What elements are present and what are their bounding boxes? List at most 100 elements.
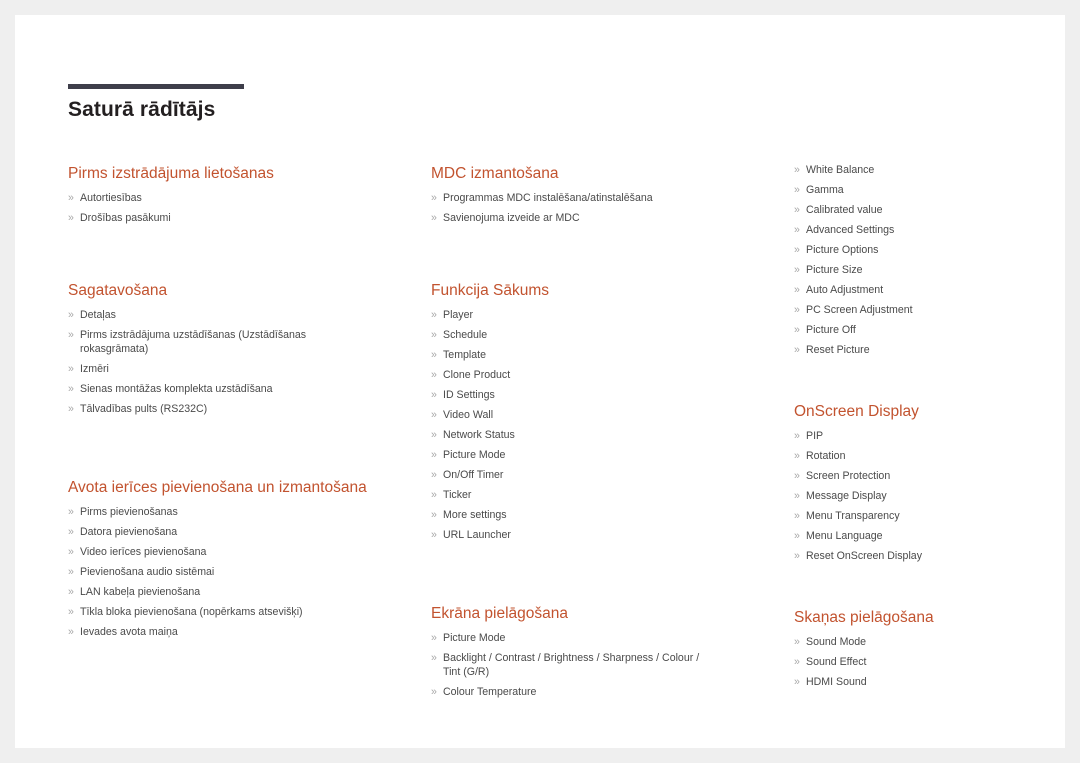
chevron-double-right-icon: » [68, 192, 74, 204]
chevron-double-right-icon: » [431, 349, 437, 361]
section-heading[interactable]: Ekrāna pielāgošana [431, 603, 711, 624]
toc-entry[interactable]: » HDMI Sound [794, 675, 1044, 689]
section-heading[interactable]: Avota ierīces pievienošana un izmantošan… [68, 477, 368, 498]
toc-entry[interactable]: » Video Wall [431, 408, 711, 422]
chevron-double-right-icon: » [794, 490, 800, 502]
toc-entry[interactable]: » Sienas montāžas komplekta uzstādīšana [68, 382, 368, 396]
chevron-double-right-icon: » [68, 212, 74, 224]
toc-entry[interactable]: » LAN kabeļa pievienošana [68, 585, 368, 599]
toc-entry[interactable]: » Rotation [794, 449, 1044, 463]
toc-entry[interactable]: » Schedule [431, 328, 711, 342]
toc-section: OnScreen Display » PIP » Rotation » Screen Pro… [794, 401, 1044, 563]
toc-entry[interactable]: » Picture Options [794, 243, 1044, 257]
section-heading[interactable]: Funkcija Sākums [431, 280, 711, 301]
chevron-double-right-icon: » [68, 606, 74, 618]
chevron-double-right-icon: » [794, 284, 800, 296]
chevron-double-right-icon: » [68, 383, 74, 395]
toc-entry[interactable]: » Clone Product [431, 368, 711, 382]
section-heading[interactable]: Skaņas pielāgošana [794, 607, 1044, 628]
toc-entry[interactable]: » Menu Language [794, 529, 1044, 543]
toc-entry[interactable]: » Drošības pasākumi [68, 211, 368, 225]
toc-entry[interactable]: » Autortiesības [68, 191, 368, 205]
toc-entry[interactable]: » PIP [794, 429, 1044, 443]
chevron-double-right-icon: » [431, 652, 437, 664]
toc-entry-label: Rotation [806, 450, 846, 462]
toc-entry[interactable]: » Gamma [794, 183, 1044, 197]
toc-entry[interactable]: » Auto Adjustment [794, 283, 1044, 297]
toc-entry-label: Schedule [443, 329, 488, 341]
chevron-double-right-icon: » [431, 489, 437, 501]
toc-entry[interactable]: » Pirms izstrādājuma uzstādīšanas (Uzstād… [68, 328, 368, 356]
section-heading[interactable]: MDC izmantošana [431, 163, 711, 184]
toc-entry[interactable]: » Reset OnScreen Display [794, 549, 1044, 563]
toc-entry[interactable]: » Savienojuma izveide ar MDC [431, 211, 711, 225]
toc-entry-label: Sound Effect [806, 656, 867, 668]
chevron-double-right-icon: » [431, 632, 437, 644]
toc-entry[interactable]: » Pirms pievienošanas [68, 505, 368, 519]
toc-entry[interactable]: » Tālvadības pults (RS232C) [68, 402, 368, 416]
toc-entry[interactable]: » Screen Protection [794, 469, 1044, 483]
toc-section: Sagatavošana » Detaļas » Pirms izstrādājuma … [68, 280, 368, 416]
toc-entry[interactable]: » Player [431, 308, 711, 322]
toc-entry-label: On/Off Timer [443, 469, 504, 481]
toc-entry[interactable]: » Message Display [794, 489, 1044, 503]
toc-entry[interactable]: » PC Screen Adjustment [794, 303, 1044, 317]
toc-entry-label: Reset OnScreen Display [806, 550, 922, 562]
toc-entry[interactable]: » Izmēri [68, 362, 368, 376]
toc-entry[interactable]: » Tīkla bloka pievienošana (nopērkams ats… [68, 605, 368, 619]
toc-entry[interactable]: » Advanced Settings [794, 223, 1044, 237]
chevron-double-right-icon: » [431, 309, 437, 321]
toc-entry[interactable]: » Ticker [431, 488, 711, 502]
toc-entry-label: Reset Picture [806, 344, 870, 356]
toc-entry-label: Izmēri [80, 363, 109, 375]
section-heading[interactable]: Sagatavošana [68, 280, 368, 301]
toc-item-list: » Player» Schedule» Template» Clone Product»… [431, 308, 711, 542]
toc-entry[interactable]: » Datora pievienošana [68, 525, 368, 539]
chevron-double-right-icon: » [794, 184, 800, 196]
toc-entry[interactable]: » ID Settings [431, 388, 711, 402]
toc-entry-label: Pirms pievienošanas [80, 506, 178, 518]
toc-entry[interactable]: » Pievienošana audio sistēmai [68, 565, 368, 579]
section-heading[interactable]: OnScreen Display [794, 401, 1044, 422]
toc-entry[interactable]: » URL Launcher [431, 528, 711, 542]
toc-entry[interactable]: » Backlight / Contrast / Brightness / Sha… [431, 651, 711, 679]
chevron-double-right-icon: » [431, 389, 437, 401]
toc-entry-label: Pievienošana audio sistēmai [80, 566, 215, 578]
toc-entry[interactable]: » Reset Picture [794, 343, 1044, 357]
toc-entry-label: Savienojuma izveide ar MDC [443, 212, 580, 224]
toc-entry[interactable]: » Ievades avota maiņa [68, 625, 368, 639]
toc-entry[interactable]: » Menu Transparency [794, 509, 1044, 523]
toc-entry[interactable]: » Network Status [431, 428, 711, 442]
toc-entry[interactable]: » On/Off Timer [431, 468, 711, 482]
toc-entry[interactable]: » Sound Effect [794, 655, 1044, 669]
toc-entry-label: Auto Adjustment [806, 284, 884, 296]
section-heading[interactable]: Pirms izstrādājuma lietošanas [68, 163, 368, 184]
toc-entry-label: Tālvadības pults (RS232C) [80, 403, 208, 415]
toc-entry[interactable]: » Colour Temperature [431, 685, 711, 699]
chevron-double-right-icon: » [794, 636, 800, 648]
toc-entry-label: Advanced Settings [806, 224, 895, 236]
toc-entry-label: Programmas MDC instalēšana/atinstalēšana [443, 192, 653, 204]
toc-section: Ekrāna pielāgošana » Picture Mode » Backligh… [431, 603, 711, 699]
toc-entry[interactable]: » Video ierīces pievienošana [68, 545, 368, 559]
toc-entry[interactable]: » More settings [431, 508, 711, 522]
toc-entry-label: Gamma [806, 184, 844, 196]
toc-item-list: » Pirms pievienošanas » Datora pievienošana… [68, 505, 368, 639]
toc-entry[interactable]: » Template [431, 348, 711, 362]
toc-entry[interactable]: » White Balance [794, 163, 1044, 177]
toc-entry[interactable]: » Sound Mode [794, 635, 1044, 649]
toc-entry-label: Clone Product [443, 369, 511, 381]
toc-entry[interactable]: » Detaļas [68, 308, 368, 322]
toc-entry-label: Colour Temperature [443, 686, 537, 698]
toc-entry-label: Player [443, 309, 474, 321]
chevron-double-right-icon: » [431, 449, 437, 461]
toc-entry[interactable]: » Programmas MDC instalēšana/atinstalēšan… [431, 191, 711, 205]
toc-entry[interactable]: » Picture Mode [431, 631, 711, 645]
toc-entry[interactable]: » Picture Off [794, 323, 1044, 337]
toc-entry[interactable]: » Calibrated value [794, 203, 1044, 217]
toc-entry[interactable]: » Picture Size [794, 263, 1044, 277]
toc-entry[interactable]: » Picture Mode [431, 448, 711, 462]
